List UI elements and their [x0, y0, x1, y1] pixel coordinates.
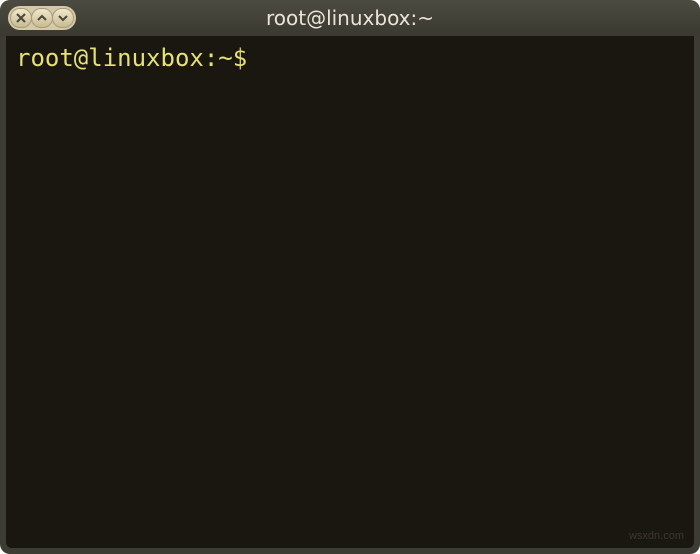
close-button[interactable] — [10, 8, 32, 28]
watermark: wsxdn.com — [629, 530, 684, 542]
chevron-up-icon — [37, 13, 47, 23]
window-title: root@linuxbox:~ — [0, 6, 700, 30]
shell-prompt: root@linuxbox:~$ — [16, 44, 262, 72]
window-controls — [8, 6, 76, 30]
titlebar[interactable]: root@linuxbox:~ — [0, 0, 700, 36]
terminal-window: root@linuxbox:~ root@linuxbox:~$ wsxdn.c… — [0, 0, 700, 554]
minimize-button[interactable] — [52, 8, 74, 28]
terminal-body[interactable]: root@linuxbox:~$ wsxdn.com — [6, 36, 694, 548]
close-icon — [16, 13, 26, 23]
maximize-button[interactable] — [31, 8, 53, 28]
prompt-line: root@linuxbox:~$ — [16, 44, 684, 72]
chevron-down-icon — [58, 13, 68, 23]
